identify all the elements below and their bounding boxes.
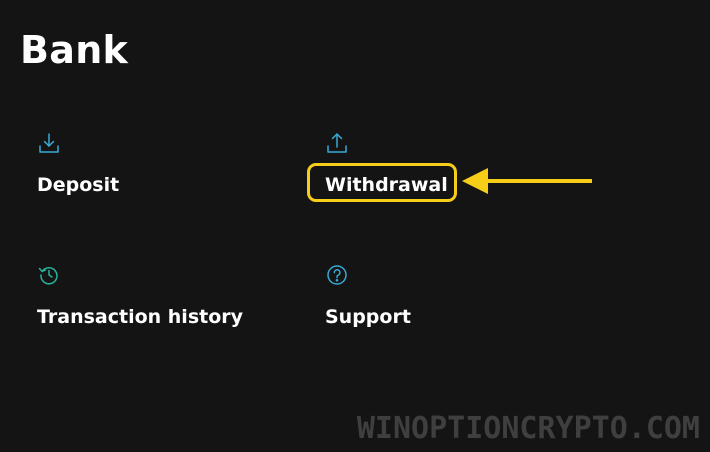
upload-icon (326, 132, 348, 154)
transaction-history-card[interactable]: Transaction history (24, 250, 294, 360)
help-circle-icon (326, 264, 348, 286)
pointer-arrow-icon (462, 167, 594, 195)
deposit-label: Deposit (37, 174, 120, 196)
transaction-history-label: Transaction history (37, 306, 244, 328)
watermark: WINOPTIONCRYPTO.COM (356, 411, 700, 446)
download-icon (38, 132, 60, 154)
page-title: Bank (20, 28, 129, 72)
support-label: Support (325, 306, 411, 328)
deposit-card[interactable]: Deposit (24, 118, 294, 228)
support-card[interactable]: Support (312, 250, 582, 360)
history-icon (38, 264, 60, 286)
withdrawal-highlight-box (307, 163, 457, 202)
